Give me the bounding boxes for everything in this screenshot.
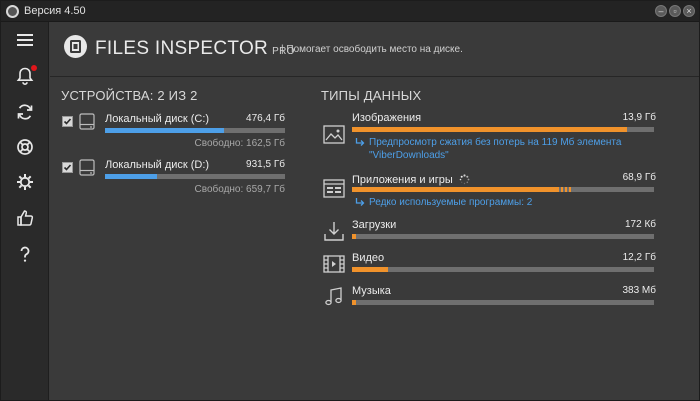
- type-name-text: Приложения и игры: [352, 174, 453, 186]
- download-icon: [324, 222, 344, 241]
- type-name: Загрузки: [352, 219, 397, 231]
- minimize-button[interactable]: –: [655, 5, 667, 17]
- type-row-apps[interactable]: Приложения и игры 68,9 Гб Редко использу…: [323, 172, 656, 210]
- type-name: Изображения: [352, 112, 422, 124]
- settings-button[interactable]: [10, 167, 40, 197]
- device-checkbox[interactable]: [62, 116, 73, 127]
- menu-button[interactable]: [10, 25, 40, 55]
- app-window: Версия 4.50 – ▫ × FILES INSPECTOR PRO | …: [0, 0, 700, 401]
- devices-title: УСТРОЙСТВА: 2 ИЗ 2: [61, 88, 198, 103]
- app-brand: FILES INSPECTOR PRO: [95, 38, 295, 60]
- like-button[interactable]: [10, 203, 40, 233]
- device-usage-fill: [105, 174, 158, 179]
- refresh-icon: [17, 104, 33, 120]
- support-button[interactable]: [10, 132, 40, 162]
- hint-arrow-icon: [355, 198, 365, 206]
- apps-hint-link[interactable]: Редко используемые программы: 2: [369, 196, 639, 209]
- drive-icon: [79, 113, 95, 130]
- device-name: Локальный диск (C:): [105, 113, 210, 125]
- notification-badge: [31, 65, 37, 71]
- hamburger-icon: [17, 34, 33, 46]
- type-usage-bar: [352, 127, 654, 132]
- device-free-space: Свободно: 659,7 Гб: [194, 184, 285, 195]
- app-header: FILES INSPECTOR PRO | Помогает освободить…: [50, 22, 699, 77]
- type-usage-bar: [352, 187, 654, 192]
- loading-spinner-icon: [459, 174, 470, 185]
- music-icon: [325, 287, 342, 306]
- type-name: Музыка: [352, 285, 391, 297]
- type-size: 383 Мб: [622, 285, 656, 296]
- type-usage-fill: [352, 267, 389, 272]
- type-row-video[interactable]: Видео 12,2 Гб: [323, 252, 656, 276]
- device-free-space: Свободно: 162,5 Гб: [194, 138, 285, 149]
- app-logo-icon: [64, 35, 87, 58]
- refresh-button[interactable]: [10, 97, 40, 127]
- help-button[interactable]: [10, 239, 40, 269]
- type-usage-fill: [352, 187, 570, 192]
- device-size: 931,5 Гб: [246, 159, 285, 170]
- type-name: Приложения и игры: [352, 172, 470, 186]
- maximize-button[interactable]: ▫: [669, 5, 681, 17]
- data-types-title: ТИПЫ ДАННЫХ: [321, 88, 422, 103]
- type-size: 13,9 Гб: [622, 112, 656, 123]
- notifications-button[interactable]: [10, 61, 40, 91]
- app-icon: [6, 5, 19, 18]
- type-usage-fill: [352, 300, 356, 305]
- apps-icon: [323, 179, 345, 198]
- type-row-images[interactable]: Изображения 13,9 Гб Предпросмотр сжатия …: [323, 112, 656, 164]
- images-hint-link[interactable]: Предпросмотр сжатия без потерь на 119 Мб…: [369, 136, 639, 162]
- checkmark-icon: [63, 118, 72, 125]
- sidebar: [1, 22, 49, 400]
- type-name: Видео: [352, 252, 385, 264]
- device-usage-fill: [105, 128, 224, 133]
- window-title: Версия 4.50: [24, 5, 86, 17]
- brand-name: FILES INSPECTOR: [95, 38, 269, 59]
- thumbs-up-icon: [17, 210, 34, 226]
- device-usage-bar: [105, 128, 285, 133]
- type-usage-bar: [352, 267, 654, 272]
- type-row-downloads[interactable]: Загрузки 172 Кб: [323, 219, 656, 243]
- type-size: 12,2 Гб: [622, 252, 656, 263]
- app-tagline: | Помогает освободить место на диске.: [281, 44, 463, 55]
- device-row[interactable]: Локальный диск (C:) 476,4 Гб Свободно: 1…: [61, 111, 285, 155]
- image-icon: [323, 125, 345, 144]
- hint-arrow-icon: [355, 138, 365, 146]
- type-usage-bar: [352, 300, 654, 305]
- type-usage-bar: [352, 234, 654, 239]
- type-size: 68,9 Гб: [622, 172, 656, 183]
- film-icon: [323, 255, 345, 273]
- type-usage-fill: [352, 127, 627, 132]
- type-size: 172 Кб: [624, 219, 656, 230]
- type-usage-loading-segment: [557, 187, 571, 192]
- question-icon: [20, 246, 30, 262]
- device-name: Локальный диск (D:): [105, 159, 210, 171]
- close-button[interactable]: ×: [683, 5, 695, 17]
- device-size: 476,4 Гб: [246, 113, 285, 124]
- title-bar[interactable]: Версия 4.50 – ▫ ×: [1, 1, 699, 22]
- lifebuoy-icon: [17, 139, 33, 155]
- type-row-music[interactable]: Музыка 383 Мб: [323, 285, 656, 309]
- device-checkbox[interactable]: [62, 162, 73, 173]
- device-row[interactable]: Локальный диск (D:) 931,5 Гб Свободно: 6…: [61, 157, 285, 201]
- checkmark-icon: [63, 164, 72, 171]
- device-usage-bar: [105, 174, 285, 179]
- drive-icon: [79, 159, 95, 176]
- gear-icon: [17, 174, 33, 190]
- type-usage-fill: [352, 234, 356, 239]
